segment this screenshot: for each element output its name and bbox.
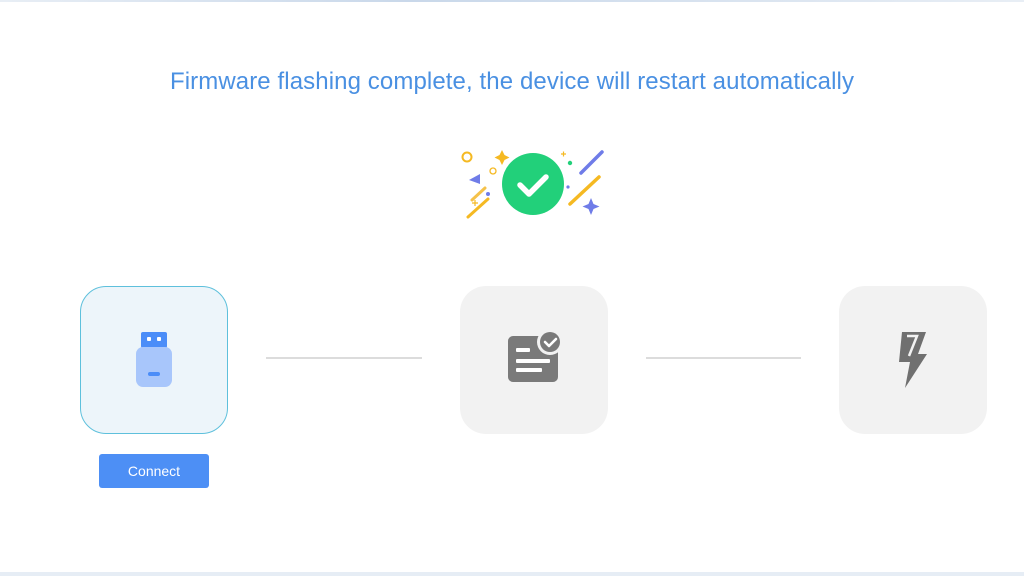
success-illustration [452, 140, 612, 230]
step-connector [266, 357, 422, 359]
step-connector [646, 357, 801, 359]
connect-button[interactable]: Connect [99, 454, 209, 488]
usb-drive-icon [136, 332, 172, 387]
firmware-document-check-icon [508, 329, 563, 382]
step-connect [80, 286, 228, 434]
top-strip [0, 0, 1024, 2]
success-check-icon [461, 150, 604, 219]
step-firmware [460, 286, 608, 434]
bottom-strip [0, 572, 1024, 576]
step-flash [839, 286, 987, 434]
status-title: Firmware flashing complete, the device w… [169, 68, 855, 95]
lightning-bolt-icon [899, 332, 927, 388]
